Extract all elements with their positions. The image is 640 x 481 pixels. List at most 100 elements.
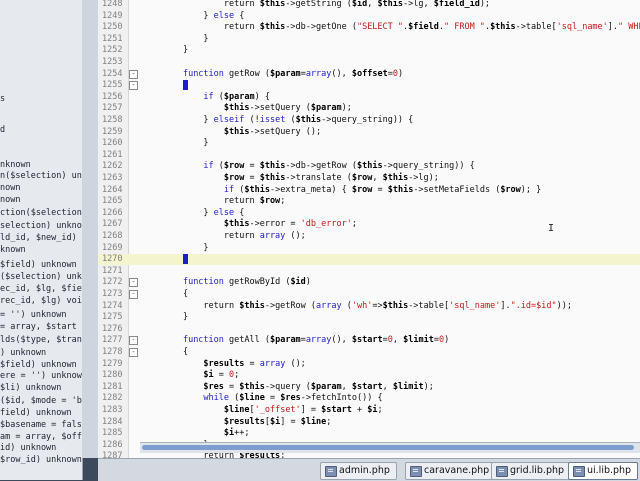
- code-line[interactable]: 1256 if ($param) {: [98, 92, 640, 103]
- code-line[interactable]: 1261: [98, 150, 640, 161]
- code-line[interactable]: 1262 if ($row = $this->db->getRow ($this…: [98, 161, 640, 172]
- outline-item[interactable]: $row_id) unknown: [0, 455, 82, 466]
- code-line[interactable]: 1265 return $row;: [98, 196, 640, 207]
- code-line[interactable]: 1257 $this->setQuery ($param);: [98, 103, 640, 114]
- outline-item[interactable]: n($selection) unkn: [0, 171, 82, 182]
- outline-item[interactable]: ) unknown: [0, 348, 46, 359]
- outline-item[interactable]: $field) unknown: [0, 260, 77, 271]
- code-line[interactable]: 1285 $i++;: [98, 428, 640, 439]
- outline-item[interactable]: rec_id, $lg) void: [0, 296, 82, 307]
- fold-toggle-icon[interactable]: -: [129, 81, 138, 91]
- code-text: function getRowById ($id): [142, 277, 311, 288]
- code-line[interactable]: 1273- {: [98, 289, 640, 300]
- code-token: ();: [285, 358, 306, 369]
- code-line[interactable]: 1282 while ($line = $res->fetchInto()) {: [98, 393, 640, 404]
- code-line[interactable]: 1280 $i = 0;: [98, 370, 640, 381]
- file-tab[interactable]: ui.lib.php: [568, 462, 639, 480]
- code-token: (: [285, 115, 296, 125]
- php-file-icon: [573, 466, 585, 477]
- fold-toggle-icon[interactable]: -: [129, 278, 138, 288]
- outline-item[interactable]: ld_id, $new_id) void: [0, 233, 82, 244]
- code-line[interactable]: 1278- {: [98, 347, 640, 358]
- code-token: $this: [490, 22, 516, 33]
- outline-item[interactable]: am = array, $offset =: [0, 432, 82, 443]
- outline-item[interactable]: nown: [0, 183, 20, 194]
- code-line[interactable]: 1274 return $this->getRow (array ('wh'=>…: [98, 301, 640, 312]
- outline-item[interactable]: $field) unknown: [0, 360, 77, 371]
- code-line[interactable]: 1249 } else {: [98, 11, 640, 22]
- outline-panel[interactable]: s d nknown n($selection) unkn nown nown ction(…: [0, 0, 83, 480]
- file-tab[interactable]: caravane.php: [405, 462, 497, 480]
- code-line[interactable]: 1271: [98, 266, 640, 277]
- code-line[interactable]: 1267 $this->error = 'db_error';: [98, 219, 640, 230]
- file-tab[interactable]: grid.lib.php: [491, 462, 572, 480]
- code-text: [142, 80, 188, 91]
- code-line[interactable]: 1258 } elseif (!isset ($this->query_stri…: [98, 115, 640, 126]
- code-line[interactable]: 1263 $row = $this->translate ($row, $thi…: [98, 173, 640, 184]
- outline-item[interactable]: = '') unknown: [0, 310, 67, 321]
- outline-item[interactable]: ere = '') unknown: [0, 371, 82, 382]
- code-line[interactable]: 1276: [98, 324, 640, 335]
- file-tab[interactable]: admin.php: [320, 462, 397, 480]
- code-line[interactable]: 1284 $results[$i] = $line;: [98, 417, 640, 428]
- outline-item[interactable]: ($id, $mode = 'both': [0, 396, 82, 407]
- code-token: getAll (: [223, 335, 270, 346]
- code-token: isset: [259, 115, 286, 125]
- horizontal-scrollbar-thumb[interactable]: [142, 445, 634, 450]
- code-line[interactable]: 1264 if ($this->extra_meta) { $row = $th…: [98, 185, 640, 196]
- fold-toggle-icon[interactable]: -: [129, 69, 138, 79]
- code-line[interactable]: 1281 $res = $this->query ($param, $start…: [98, 382, 640, 393]
- fold-toggle-icon[interactable]: -: [129, 290, 138, 299]
- code-line[interactable]: 1279 $results = array ();: [98, 359, 640, 370]
- outline-item[interactable]: $basename = false, $: [0, 420, 82, 431]
- code-line[interactable]: 1275 }: [98, 312, 640, 323]
- code-line[interactable]: 1253: [98, 57, 640, 68]
- outline-item[interactable]: nknown: [0, 160, 31, 171]
- outline-item[interactable]: id) unknown: [0, 443, 56, 454]
- horizontal-scrollbar[interactable]: [140, 442, 640, 453]
- code-line[interactable]: 1251 }: [98, 34, 640, 45]
- outline-item[interactable]: d: [0, 125, 5, 136]
- code-line[interactable]: 1277- function getAll ($param=array(), $…: [98, 335, 640, 346]
- file-tab-label: grid.lib.php: [510, 465, 565, 476]
- code-token: 'sql_name': [449, 300, 501, 311]
- outline-item[interactable]: field) unknown: [0, 408, 72, 419]
- code-line[interactable]: 1250 return $this->db->getOne ("SELECT "…: [98, 22, 640, 33]
- code-line[interactable]: 1268 return array ();: [98, 231, 640, 242]
- outline-item[interactable]: = array, $start = 0,: [0, 322, 82, 333]
- outline-item[interactable]: ($selection) unknow: [0, 272, 82, 283]
- line-number: 1265: [102, 196, 123, 207]
- code-line[interactable]: 1270: [98, 254, 640, 266]
- code-line[interactable]: 1272- function getRowById ($id): [98, 277, 640, 288]
- code-line[interactable]: 1260 }: [98, 138, 640, 149]
- outline-item[interactable]: selection) unknown: [0, 221, 82, 232]
- code-text: $results = array ();: [142, 358, 306, 370]
- code-line[interactable]: 1248 return $this->getString ($id, $this…: [98, 0, 640, 10]
- code-editor[interactable]: 1248 return $this->getString ($id, $this…: [98, 0, 640, 458]
- code-line[interactable]: 1266 } else {: [98, 208, 640, 219]
- code-token: $this: [382, 173, 409, 183]
- code-token: $row: [500, 184, 521, 195]
- outline-item[interactable]: nown: [0, 195, 20, 206]
- outline-item[interactable]: s: [0, 94, 5, 105]
- outline-item[interactable]: ec_id, $lg, $field_id: [0, 284, 82, 295]
- outline-item[interactable]: $li) unknown: [0, 383, 61, 394]
- code-line[interactable]: 1252 }: [98, 45, 640, 56]
- outline-item[interactable]: ction($selection, $it: [0, 208, 82, 219]
- code-line[interactable]: 1269 }: [98, 243, 640, 254]
- code-token: 'wh': [351, 300, 373, 311]
- code-line[interactable]: 1255-: [98, 80, 640, 91]
- code-line[interactable]: 1283 $line['_offset'] = $start + $i;: [98, 405, 640, 416]
- code-token: ,: [372, 173, 383, 183]
- line-number: 1256: [102, 91, 123, 102]
- fold-toggle-icon[interactable]: -: [129, 336, 138, 346]
- fold-toggle-icon[interactable]: -: [129, 348, 138, 357]
- code-line[interactable]: 1254- function getRow ($param=array(), $…: [98, 69, 640, 80]
- outline-item[interactable]: known: [0, 245, 26, 256]
- outline-item[interactable]: lds($type, $translatin: [0, 335, 82, 346]
- code-token: }: [142, 242, 209, 253]
- code-token: ->setMetaFields (: [413, 184, 501, 195]
- code-line[interactable]: 1259 $this->setQuery ();: [98, 127, 640, 138]
